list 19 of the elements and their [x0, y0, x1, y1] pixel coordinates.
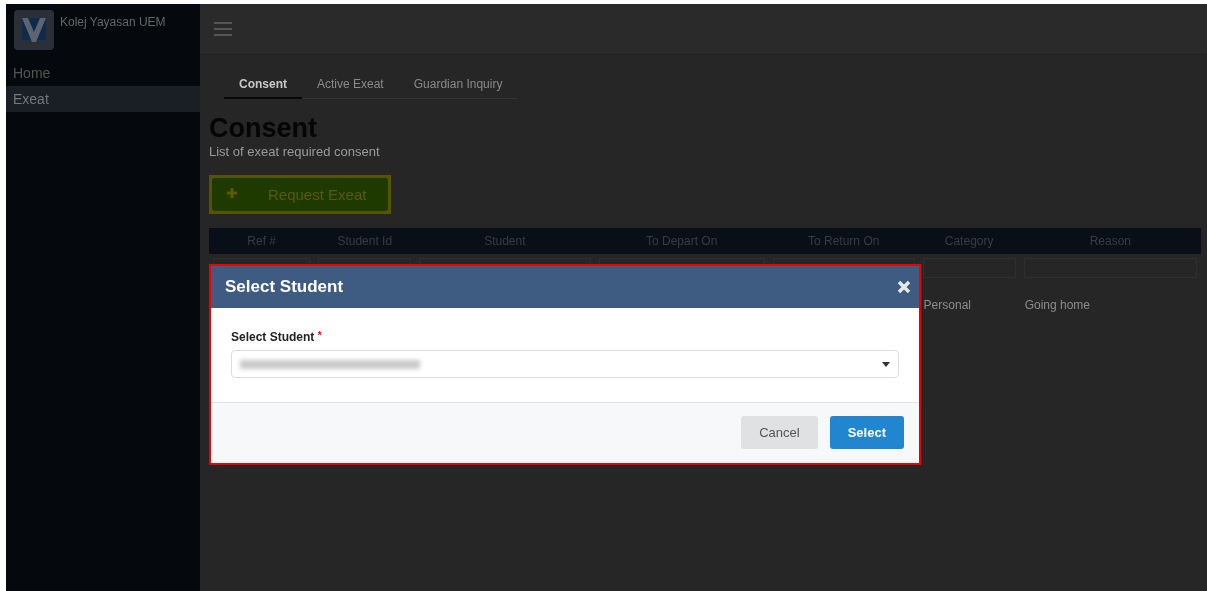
- tab[interactable]: Consent: [224, 73, 302, 99]
- field-label: Select Student *: [231, 330, 323, 344]
- menu-icon[interactable]: [214, 22, 232, 36]
- close-icon[interactable]: [897, 280, 911, 294]
- tab[interactable]: Guardian Inquiry: [398, 73, 518, 99]
- caret-icon: [882, 361, 890, 367]
- brand-name: Kolej Yayasan UEM: [60, 15, 166, 29]
- dialog-title: Select Student: [225, 277, 344, 297]
- table-cell: Personal: [923, 298, 971, 312]
- sidebar-item[interactable]: Home: [6, 60, 200, 86]
- filter-field[interactable]: [922, 258, 1016, 278]
- page-subtitle: List of exeat required consent: [209, 144, 381, 159]
- table-cell: Going home: [1024, 298, 1091, 312]
- cancel-button[interactable]: Cancel: [741, 416, 818, 449]
- plus-icon: [226, 186, 238, 200]
- tab[interactable]: Active Exeat: [302, 73, 399, 99]
- logo-icon: [14, 10, 54, 50]
- select-button[interactable]: Select: [829, 416, 904, 449]
- sidebar-item[interactable]: Exeat: [6, 86, 200, 112]
